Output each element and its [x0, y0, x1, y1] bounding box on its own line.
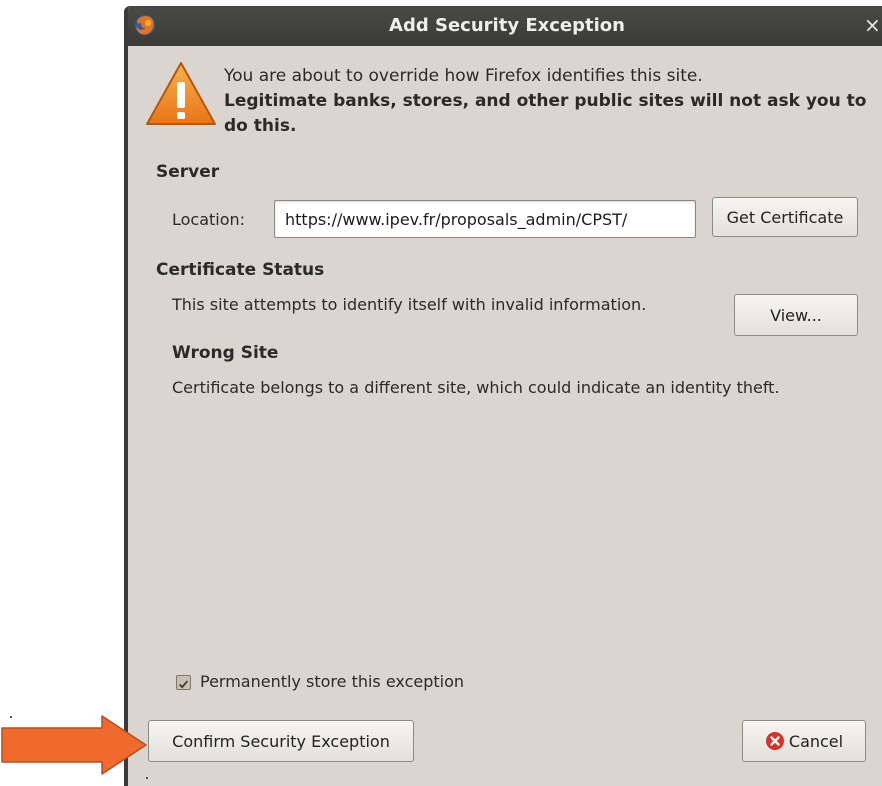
- wrong-site-description: Certificate belongs to a different site,…: [172, 378, 780, 397]
- location-label: Location:: [172, 210, 246, 229]
- permanent-label[interactable]: Permanently store this exception: [200, 672, 464, 691]
- cancel-button[interactable]: Cancel: [742, 720, 866, 762]
- checkmark-icon: [178, 680, 189, 689]
- status-message: This site attempts to identify itself wi…: [172, 295, 647, 314]
- close-icon[interactable]: ×: [864, 15, 882, 35]
- orange-arrow-annotation: [1, 715, 147, 775]
- view-button[interactable]: View...: [734, 294, 858, 336]
- permanent-checkbox[interactable]: [176, 675, 191, 690]
- cancel-icon: [765, 732, 784, 750]
- get-certificate-button[interactable]: Get Certificate: [712, 197, 858, 237]
- stray-dot: [146, 777, 148, 779]
- location-input[interactable]: [274, 200, 696, 238]
- intro-line-1: You are about to override how Firefox id…: [224, 66, 703, 86]
- warning-icon: [146, 62, 216, 125]
- confirm-button-label: Confirm Security Exception: [172, 731, 390, 751]
- intro-line-2: Legitimate banks, stores, and other publ…: [224, 91, 867, 136]
- server-heading: Server: [156, 162, 220, 182]
- intro-text: You are about to override how Firefox id…: [224, 64, 874, 139]
- titlebar: Add Security Exception ×: [128, 6, 882, 46]
- wrong-site-heading: Wrong Site: [172, 343, 279, 363]
- stray-dot: [10, 716, 12, 718]
- confirm-security-exception-button[interactable]: Confirm Security Exception: [148, 720, 414, 762]
- dialog-title: Add Security Exception: [389, 15, 625, 36]
- add-security-exception-dialog: Add Security Exception × You are about t…: [124, 6, 882, 786]
- cancel-button-label: Cancel: [788, 731, 844, 751]
- certificate-status-heading: Certificate Status: [156, 260, 325, 280]
